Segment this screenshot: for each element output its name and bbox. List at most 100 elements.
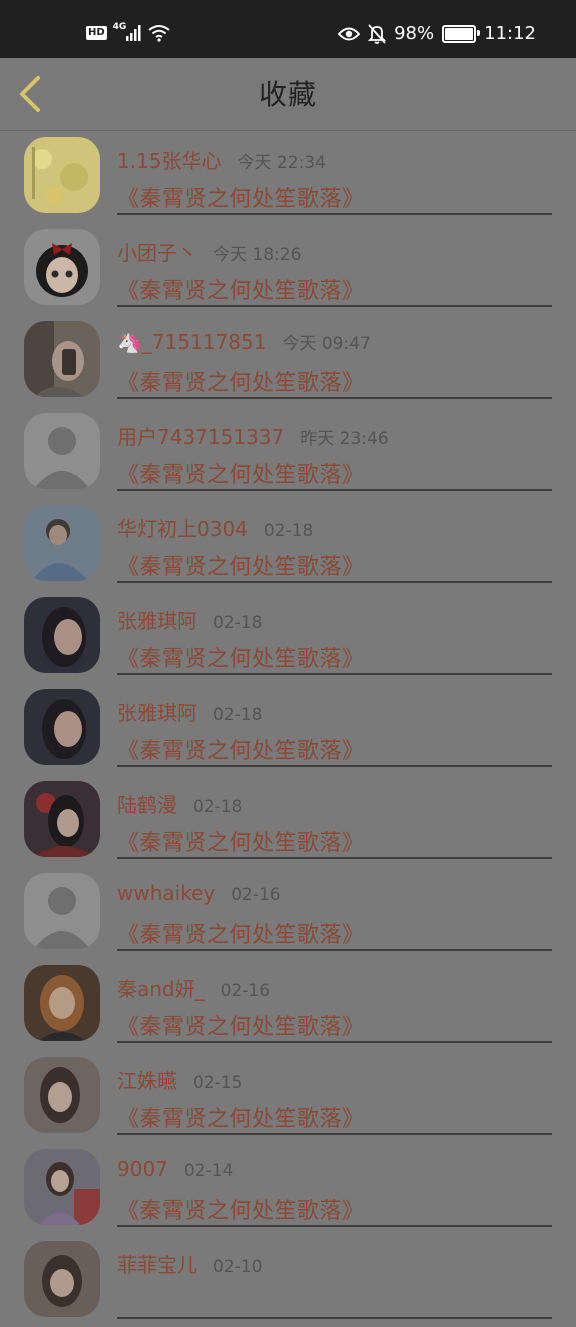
avatar[interactable]	[24, 1149, 100, 1225]
user-name[interactable]: 9007	[117, 1157, 168, 1181]
avatar[interactable]	[24, 413, 100, 489]
avatar-image	[24, 597, 100, 673]
work-title[interactable]: 《秦霄贤之何处笙歌落》	[117, 549, 365, 581]
avatar[interactable]	[24, 597, 100, 673]
user-name[interactable]: 小团子丶	[117, 237, 197, 266]
clock: 11:12	[484, 23, 536, 44]
timestamp: 02-14	[183, 1161, 234, 1181]
wifi-icon	[148, 25, 170, 42]
network-type: 4G	[112, 22, 127, 32]
avatar[interactable]	[24, 229, 100, 305]
timestamp: 02-18	[193, 797, 243, 817]
user-name[interactable]: 用户7437151337	[117, 421, 284, 450]
user-name[interactable]: 华灯初上0304	[117, 513, 248, 542]
list-item[interactable]: 9007 02-14 《秦霄贤之何处笙歌落》	[0, 1143, 576, 1235]
work-title[interactable]: 《秦霄贤之何处笙歌落》	[117, 273, 365, 305]
status-left: HD 4G	[86, 22, 170, 42]
user-name[interactable]: 江姝曣	[117, 1065, 177, 1094]
list-item[interactable]: 小团子丶 今天 18:26 《秦霄贤之何处笙歌落》	[0, 223, 576, 315]
list-item[interactable]: 用户7437151337 昨天 23:46 《秦霄贤之何处笙歌落》	[0, 407, 576, 499]
avatar[interactable]	[24, 781, 100, 857]
divider	[117, 857, 552, 859]
work-title[interactable]: 《秦霄贤之何处笙歌落》	[117, 1193, 365, 1225]
avatar[interactable]	[24, 965, 100, 1041]
list-item[interactable]: 陆鹤漫 02-18 《秦霄贤之何处笙歌落》	[0, 775, 576, 867]
avatar-image	[24, 689, 100, 765]
timestamp: 02-16	[220, 981, 271, 1001]
timestamp: 今天 09:47	[282, 334, 371, 354]
user-name[interactable]: 张雅琪阿	[117, 697, 197, 726]
avatar[interactable]	[24, 1057, 100, 1133]
avatar-image	[24, 781, 100, 857]
battery-icon	[442, 25, 481, 43]
list-item[interactable]: 张雅琪阿 02-18 《秦霄贤之何处笙歌落》	[0, 591, 576, 683]
avatar[interactable]	[24, 689, 100, 765]
timestamp: 02-15	[193, 1073, 243, 1093]
timestamp: 02-16	[231, 885, 281, 905]
divider	[117, 305, 552, 307]
avatar-image	[24, 413, 100, 489]
user-name[interactable]: 菲菲宝儿	[117, 1249, 197, 1278]
avatar[interactable]	[24, 321, 100, 397]
avatar[interactable]	[24, 505, 100, 581]
divider	[117, 1317, 552, 1319]
work-title[interactable]: 《秦霄贤之何处笙歌落》	[117, 825, 365, 857]
user-name[interactable]: wwhaikey	[117, 881, 215, 905]
status-bar: HD 4G 98% 11:12	[0, 0, 576, 58]
favorites-list[interactable]: 1.15张华心 今天 22:34 《秦霄贤之何处笙歌落》 小团子丶 今天 18:26 《秦…	[0, 131, 576, 1327]
list-item[interactable]: 🦄_715117851 今天 09:47 《秦霄贤之何处笙歌落》	[0, 315, 576, 407]
work-title[interactable]: 《秦霄贤之何处笙歌落》	[117, 917, 365, 949]
list-item[interactable]: 张雅琪阿 02-18 《秦霄贤之何处笙歌落》	[0, 683, 576, 775]
timestamp: 昨天 23:46	[300, 429, 389, 449]
divider	[117, 397, 552, 399]
battery-fill	[445, 28, 473, 40]
list-item[interactable]: wwhaikey 02-16 《秦霄贤之何处笙歌落》	[0, 867, 576, 959]
timestamp: 02-18	[263, 521, 314, 541]
avatar-image	[24, 321, 100, 397]
avatar-image	[24, 137, 100, 213]
work-title[interactable]: 《秦霄贤之何处笙歌落》	[117, 733, 365, 765]
avatar[interactable]	[24, 137, 100, 213]
user-name[interactable]: 张雅琪阿	[117, 605, 197, 634]
status-right: 98% 11:12	[338, 24, 536, 44]
work-title[interactable]: 《秦霄贤之何处笙歌落》	[117, 181, 365, 213]
divider	[117, 765, 552, 767]
list-item[interactable]: 1.15张华心 今天 22:34 《秦霄贤之何处笙歌落》	[0, 131, 576, 223]
divider	[117, 673, 552, 675]
avatar[interactable]	[24, 873, 100, 949]
work-title[interactable]: 《秦霄贤之何处笙歌落》	[117, 1009, 365, 1041]
hd-icon: HD	[86, 26, 107, 40]
avatar[interactable]	[24, 1241, 100, 1317]
list-item[interactable]: 秦and妍_ 02-16 《秦霄贤之何处笙歌落》	[0, 959, 576, 1051]
avatar-image	[24, 965, 100, 1041]
timestamp: 02-18	[213, 613, 263, 633]
user-name[interactable]: 陆鹤漫	[117, 789, 177, 818]
divider	[117, 489, 552, 491]
user-name[interactable]: 秦and妍_	[117, 973, 205, 1002]
work-title[interactable]: 《秦霄贤之何处笙歌落》	[117, 457, 365, 489]
page-title: 收藏	[258, 78, 317, 111]
avatar-image	[24, 1057, 100, 1133]
user-name[interactable]: 1.15张华心	[117, 145, 222, 174]
work-title[interactable]: 《秦霄贤之何处笙歌落》	[117, 365, 365, 397]
user-name[interactable]: 🦄_715117851	[117, 330, 266, 354]
work-title[interactable]: 《秦霄贤之何处笙歌落》	[117, 1101, 365, 1133]
avatar-image	[24, 229, 100, 305]
signal-icon	[126, 25, 141, 41]
timestamp: 今天 18:26	[213, 245, 302, 265]
divider	[117, 1225, 552, 1227]
top-bar: 收藏	[0, 58, 576, 131]
work-title[interactable]: 《秦霄贤之何处笙歌落》	[117, 641, 365, 673]
list-item[interactable]: 华灯初上0304 02-18 《秦霄贤之何处笙歌落》	[0, 499, 576, 591]
avatar-image	[24, 1149, 100, 1225]
divider	[117, 1041, 552, 1043]
list-item[interactable]: 菲菲宝儿 02-10	[0, 1235, 576, 1327]
timestamp: 今天 22:34	[237, 153, 326, 173]
divider	[117, 213, 552, 215]
avatar-image	[24, 873, 100, 949]
timestamp: 02-10	[213, 1257, 263, 1277]
eye-icon	[338, 27, 361, 41]
list-item[interactable]: 江姝曣 02-15 《秦霄贤之何处笙歌落》	[0, 1051, 576, 1143]
avatar-image	[24, 505, 100, 581]
battery-percent: 98%	[394, 23, 435, 44]
